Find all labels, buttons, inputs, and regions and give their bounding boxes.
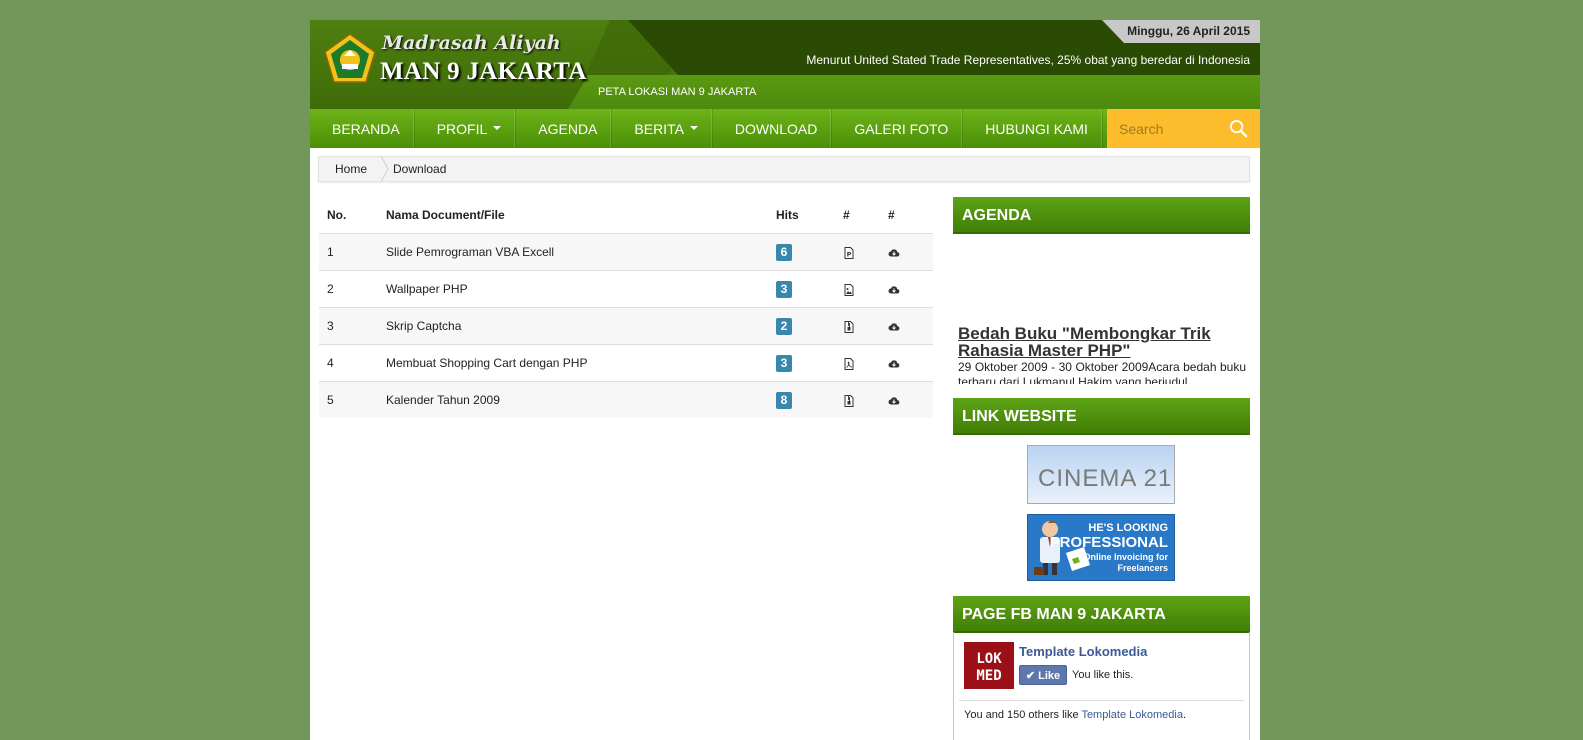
col-name: Nama Document/File (378, 197, 768, 234)
cinema21-logo: CINEMA 21 (1038, 465, 1172, 492)
svg-text:LOK: LOK (976, 651, 1002, 667)
breadcrumb-current: Download (393, 162, 447, 176)
table-row: 3 Skrip Captcha 2 (319, 307, 933, 345)
nav-label: PROFIL (436, 120, 488, 137)
row-name[interactable]: Wallpaper PHP (378, 270, 768, 308)
fb-like-label: Like (1038, 670, 1061, 682)
powerpoint-file-icon: P (844, 246, 854, 259)
archive-file-icon (844, 394, 854, 407)
fb-like-button[interactable]: ✔ Like (1019, 665, 1067, 685)
hits-badge: 6 (776, 243, 792, 261)
col-type: # (835, 197, 880, 234)
kemenag-emblem-icon (324, 33, 376, 83)
nav-agenda[interactable]: AGENDA (516, 109, 613, 148)
cloud-download-icon[interactable] (888, 395, 900, 407)
agenda-item-description: 29 Oktober 2009 - 30 Oktober 2009Acara b… (958, 360, 1246, 384)
fb-likers-text: You and 150 others like Template Lokomed… (964, 709, 1186, 721)
ad-text-line1: HE'S LOOKING (1088, 522, 1168, 534)
row-no: 2 (319, 270, 378, 308)
agenda-item-title[interactable]: Bedah Buku "Membongkar Trik Rahasia Mast… (958, 325, 1246, 359)
nav-profil[interactable]: PROFIL (415, 109, 517, 148)
row-name[interactable]: Skrip Captcha (378, 307, 768, 345)
download-table: No. Nama Document/File Hits # # 1 Slide … (319, 197, 933, 418)
lokomedia-logo-mark: LOK MED (976, 651, 1002, 684)
hits-badge: 3 (776, 280, 792, 298)
ad-text-line3: Online Invoicing for (1083, 552, 1168, 562)
search-box (1107, 109, 1260, 148)
cloud-download-icon[interactable] (888, 284, 900, 296)
cloud-download-icon[interactable] (888, 321, 900, 333)
breadcrumb-separator-icon (381, 156, 389, 182)
fb-likers-link[interactable]: Template Lokomedia (1081, 709, 1183, 721)
table-header-row: No. Nama Document/File Hits # # (319, 197, 933, 234)
search-icon[interactable] (1229, 119, 1248, 138)
col-hits: Hits (768, 197, 835, 234)
svg-text:MED: MED (976, 668, 1001, 684)
nav-berita[interactable]: BERITA (612, 109, 713, 148)
fb-likers-suffix: . (1182, 709, 1187, 721)
cinema21-banner[interactable]: CINEMA 21 (1027, 445, 1175, 504)
table-row: 5 Kalender Tahun 2009 8 (319, 381, 933, 418)
check-icon: ✔ (1025, 670, 1036, 682)
hits-badge: 2 (776, 317, 792, 335)
news-ticker[interactable]: Menurut United Stated Trade Representati… (806, 53, 1250, 67)
row-name[interactable]: Slide Pemrograman VBA Excell (378, 233, 768, 271)
search-input[interactable] (1117, 119, 1231, 138)
col-no: No. (319, 197, 378, 234)
breadcrumb-home[interactable]: Home (319, 162, 381, 176)
fb-page-name[interactable]: Template Lokomedia (1019, 644, 1147, 659)
row-no: 3 (319, 307, 378, 345)
cloud-download-icon[interactable] (888, 247, 900, 259)
nav-label: BERITA (634, 120, 684, 137)
site-header: Madrasah Aliyah MAN 9 JAKARTA Minggu, 26… (310, 20, 1260, 109)
logo-subtitle: Madrasah Aliyah (382, 32, 561, 54)
table-row: 4 Membuat Shopping Cart dengan PHP 3 (319, 344, 933, 382)
ad-text-line4: Freelancers (1117, 563, 1168, 573)
link-website-heading: LINK WEBSITE (953, 398, 1250, 435)
image-file-icon (844, 283, 854, 296)
fb-like-status: You like this. (1072, 669, 1134, 681)
fb-divider (959, 700, 1244, 701)
current-date: Minggu, 26 April 2015 (1102, 20, 1260, 43)
row-no: 4 (319, 344, 378, 382)
page-container: Madrasah Aliyah MAN 9 JAKARTA Minggu, 26… (310, 20, 1260, 740)
nav-label: HUBUNGI KAMI (985, 120, 1088, 137)
cloud-download-icon[interactable] (888, 358, 900, 370)
invoicing-ad: HE'S LOOKING PROFESSIONAL Online Invoici… (1034, 520, 1168, 575)
fb-likers-prefix: You and 150 others like (964, 709, 1082, 721)
row-no: 5 (319, 381, 378, 418)
hits-badge: 3 (776, 354, 792, 372)
cinema21-wordmark: CINEMA 21 (1038, 465, 1172, 492)
nav-beranda[interactable]: BERANDA (310, 109, 415, 148)
nav-hubungi-kami[interactable]: HUBUNGI KAMI (963, 109, 1103, 148)
agenda-heading: AGENDA (953, 197, 1250, 234)
archive-file-icon (844, 320, 854, 333)
main-navigation: BERANDA PROFIL AGENDA BERITA DOWNLOAD GA… (310, 109, 1260, 148)
pdf-file-icon (844, 357, 854, 370)
fb-page-heading: PAGE FB MAN 9 JAKARTA (953, 596, 1250, 633)
row-name[interactable]: Kalender Tahun 2009 (378, 381, 768, 418)
nav-label: GALERI FOTO (854, 120, 949, 137)
hits-badge: 8 (776, 391, 792, 409)
invoicing-banner[interactable]: HE'S LOOKING PROFESSIONAL Online Invoici… (1027, 514, 1175, 581)
nav-label: BERANDA (332, 120, 400, 137)
caret-down-icon (493, 125, 502, 130)
svg-text:P: P (847, 250, 852, 258)
ad-text-line2: PROFESSIONAL (1050, 534, 1168, 551)
breadcrumb: Home Download (318, 156, 1250, 182)
col-download: # (880, 197, 933, 234)
nav-label: AGENDA (538, 120, 598, 137)
peta-lokasi-link[interactable]: PETA LOKASI MAN 9 JAKARTA (598, 86, 756, 98)
table-row: 2 Wallpaper PHP 3 (319, 270, 933, 308)
nav-label: DOWNLOAD (734, 120, 818, 137)
lokomedia-logo[interactable]: LOK MED (964, 642, 1014, 689)
fb-page-widget: LOK MED Template Lokomedia ✔ Like You li… (953, 632, 1250, 740)
row-name[interactable]: Membuat Shopping Cart dengan PHP (378, 344, 768, 382)
logo-title[interactable]: MAN 9 JAKARTA (380, 58, 587, 86)
row-no: 1 (319, 233, 378, 271)
nav-download[interactable]: DOWNLOAD (713, 109, 833, 148)
caret-down-icon (689, 125, 698, 130)
nav-galeri-foto[interactable]: GALERI FOTO (832, 109, 964, 148)
table-row: 1 Slide Pemrograman VBA Excell 6 P (319, 233, 933, 271)
